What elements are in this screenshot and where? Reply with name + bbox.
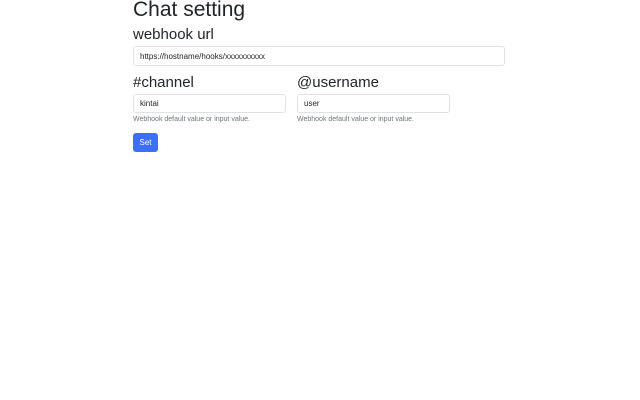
username-input[interactable] [297, 94, 450, 113]
webhook-url-label: webhook url [133, 26, 214, 43]
page-title: Chat setting [133, 0, 246, 21]
channel-help-text: Webhook default value or input value. [133, 116, 251, 123]
channel-label: #channel [133, 74, 194, 91]
username-help-text: Webhook default value or input value. [297, 116, 415, 123]
set-button[interactable]: Set [133, 133, 158, 152]
channel-input[interactable] [133, 94, 286, 113]
webhook-url-input[interactable] [133, 46, 505, 66]
username-label: @username [297, 74, 379, 91]
